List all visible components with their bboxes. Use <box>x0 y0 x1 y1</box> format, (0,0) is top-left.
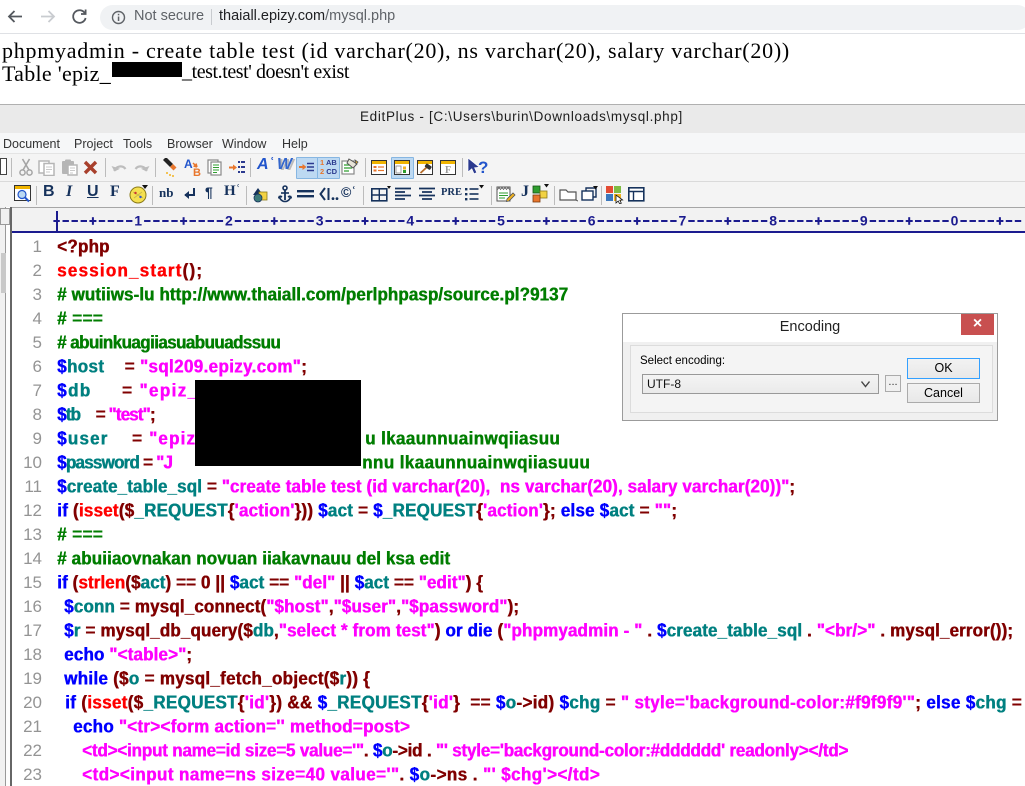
svg-text:9: 9 <box>860 213 868 229</box>
svg-text:2: 2 <box>225 213 233 229</box>
svg-text:8: 8 <box>769 213 777 229</box>
svg-text:F: F <box>445 165 451 175</box>
svg-text:6: 6 <box>588 213 596 229</box>
svg-text:A: A <box>184 157 193 171</box>
svg-text:1: 1 <box>134 213 142 229</box>
svg-text:0: 0 <box>951 213 959 229</box>
svg-text:5: 5 <box>497 213 505 229</box>
svg-text:?: ? <box>478 158 488 177</box>
svg-text:7: 7 <box>679 213 687 229</box>
svg-text:B: B <box>193 167 201 177</box>
svg-text:4: 4 <box>406 213 414 229</box>
svg-text:3: 3 <box>316 213 324 229</box>
